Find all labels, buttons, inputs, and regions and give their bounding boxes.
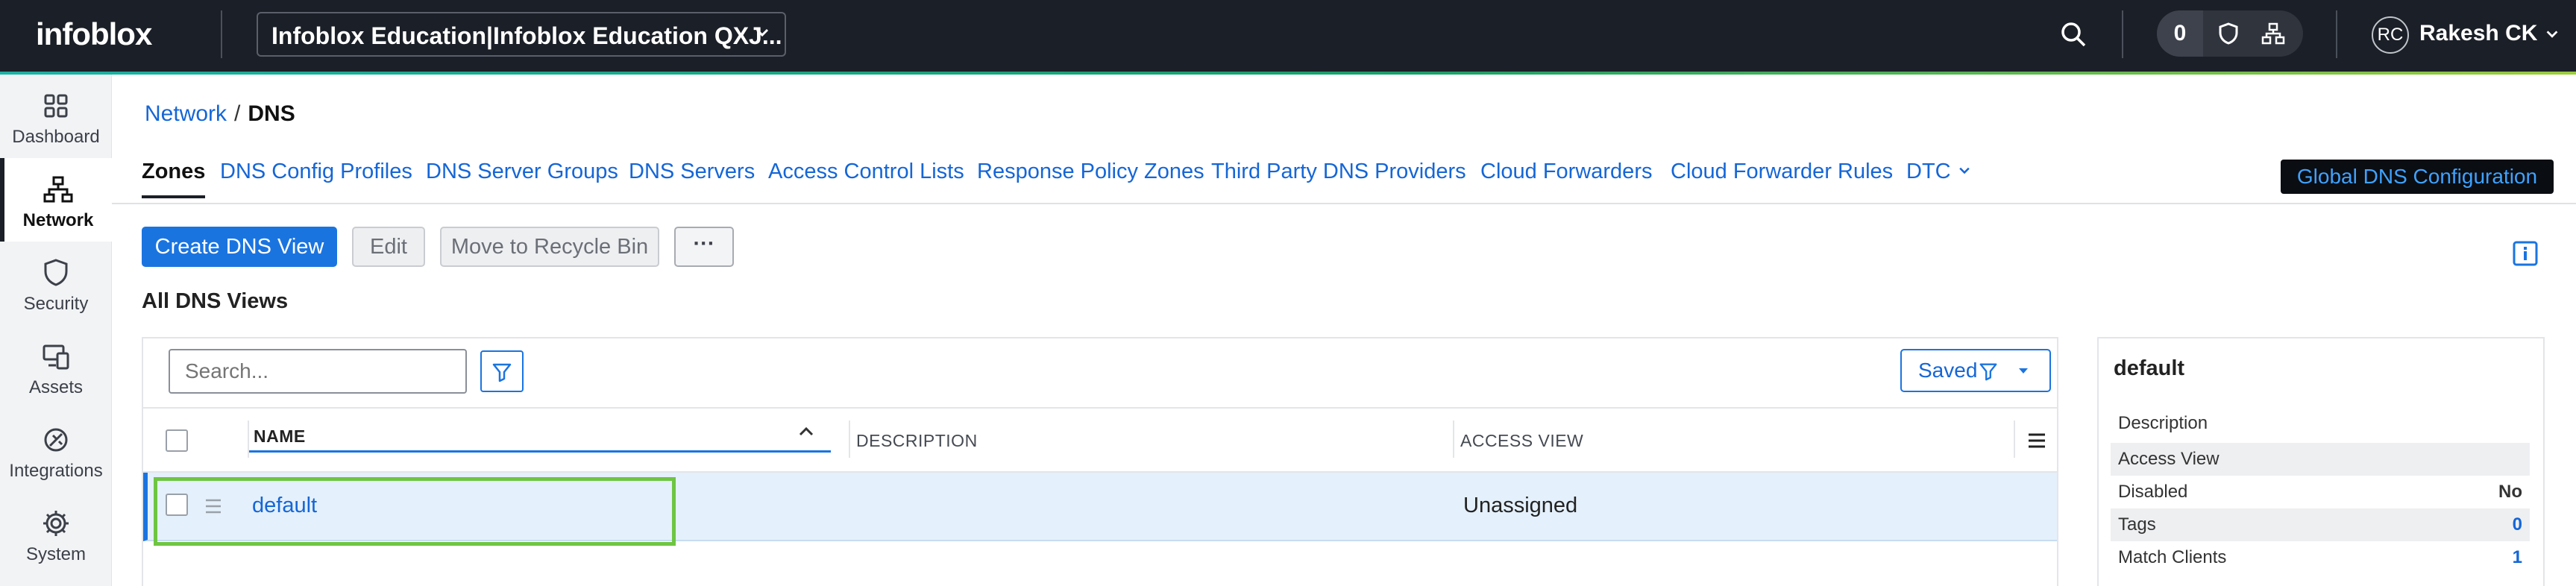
detail-label: Description [2118, 413, 2208, 433]
detail-row-match-clients: Match Clients 1 [2111, 541, 2530, 574]
nav-label: Dashboard [12, 127, 100, 147]
filter-icon [492, 363, 512, 382]
divider [2122, 10, 2123, 58]
table-row[interactable]: default Unassigned [143, 473, 2057, 546]
more-actions-button[interactable]: ··· [674, 227, 734, 267]
breadcrumb: Network / DNS [145, 101, 295, 127]
nav-label: Integrations [9, 461, 103, 481]
saved-label: Saved [1918, 359, 1978, 382]
infoblox-logo[interactable]: infoblox [36, 16, 152, 52]
detail-value-link[interactable]: 1 [2513, 547, 2522, 568]
nav-item-integrations[interactable]: Integrations [0, 409, 112, 492]
detail-label: Disabled [2118, 482, 2188, 502]
nav-item-security[interactable]: Security [0, 242, 112, 325]
shield-icon [44, 259, 68, 286]
breadcrumb-current: DNS [248, 101, 295, 126]
column-header-access-view[interactable]: ACCESS VIEW [1460, 431, 1583, 451]
tab-response-policy-zones[interactable]: Response Policy Zones [977, 160, 1204, 184]
user-menu[interactable]: Rakesh CK [2419, 21, 2560, 46]
chevron-down-icon [2546, 31, 2558, 38]
detail-label: Access View [2118, 449, 2220, 469]
integrations-icon [44, 428, 68, 452]
details-panel: default Description Access View Disabled… [2097, 337, 2545, 586]
nav-item-network[interactable]: Network [0, 158, 112, 242]
topbar-accent-stripe [0, 72, 2576, 75]
user-name: Rakesh CK [2419, 21, 2538, 45]
nav-label: Assets [28, 377, 84, 397]
select-all-checkbox[interactable] [166, 429, 188, 452]
tab-dns-servers[interactable]: DNS Servers [629, 160, 755, 184]
column-header-name[interactable]: NAME [254, 426, 306, 447]
row-access-view: Unassigned [1463, 494, 1578, 517]
search-input[interactable] [169, 349, 467, 394]
chevron-down-icon [755, 28, 769, 37]
shield-icon[interactable] [2217, 22, 2240, 45]
tabs-divider [112, 203, 2576, 204]
caret-down-icon [2019, 368, 2028, 374]
notification-count[interactable]: 0 [2157, 10, 2203, 57]
edit-button[interactable]: Edit [352, 227, 425, 267]
create-dns-view-button[interactable]: Create DNS View [142, 227, 337, 267]
detail-value: No [2498, 482, 2522, 502]
nav-item-system[interactable]: System [0, 492, 112, 576]
search-icon[interactable] [2058, 19, 2088, 49]
nav-label: Network [22, 210, 94, 230]
top-bar: infoblox Infoblox Education|Infoblox Edu… [0, 0, 2576, 72]
grid-header: NAME DESCRIPTION ACCESS VIEW [143, 407, 2057, 473]
chevron-down-icon [1958, 167, 1970, 174]
details-title: default [2114, 356, 2185, 380]
dashboard-icon [44, 94, 68, 118]
detail-row-description: Description [2111, 407, 2530, 440]
tab-dns-config-profiles[interactable]: DNS Config Profiles [220, 160, 412, 184]
section-title: All DNS Views [142, 289, 289, 313]
column-menu-icon[interactable] [2026, 429, 2048, 452]
nav-label: Security [23, 294, 89, 314]
sort-ascending-icon[interactable] [795, 420, 817, 443]
divider [2336, 10, 2337, 58]
tab-dns-server-groups[interactable]: DNS Server Groups [426, 160, 618, 184]
column-divider [849, 420, 850, 458]
nav-item-dashboard[interactable]: Dashboard [0, 75, 112, 158]
tab-dtc-label: DTC [1906, 160, 1951, 183]
breadcrumb-separator: / [234, 101, 241, 126]
column-header-description[interactable]: DESCRIPTION [856, 431, 978, 451]
info-icon[interactable] [2512, 240, 2539, 267]
column-divider [2014, 420, 2015, 458]
detail-value-link[interactable]: 0 [2513, 514, 2522, 535]
global-dns-configuration-button[interactable]: Global DNS Configuration [2281, 160, 2554, 194]
network-icon[interactable] [2261, 22, 2285, 45]
filter-button[interactable] [480, 350, 524, 392]
tenant-selector[interactable]: Infoblox Education|Infoblox Education QX… [257, 12, 786, 57]
detail-row-access-view: Access View [2111, 443, 2530, 476]
breadcrumb-network[interactable]: Network [145, 101, 227, 126]
name-column-underline [249, 450, 831, 453]
assets-icon [43, 344, 69, 370]
saved-filters-button[interactable]: Saved [1900, 349, 2051, 392]
move-to-recycle-bin-button[interactable]: Move to Recycle Bin [440, 227, 659, 267]
nav-label: System [25, 544, 86, 564]
tab-third-party-dns-providers[interactable]: Third Party DNS Providers [1211, 160, 1466, 184]
dns-views-grid: Saved NAME DESCRIPTION ACCESS VIEW defau… [142, 337, 2058, 586]
divider [221, 10, 222, 58]
nav-item-assets[interactable]: Assets [0, 325, 112, 409]
network-icon [43, 176, 73, 203]
selection-highlight [154, 477, 676, 546]
detail-row-disabled: Disabled No [2111, 476, 2530, 508]
column-divider [1453, 420, 1454, 458]
tab-zones[interactable]: Zones [142, 160, 206, 198]
tenant-label: Infoblox Education|Infoblox Education QX… [271, 22, 782, 49]
detail-label: Match Clients [2118, 547, 2227, 567]
tab-dtc[interactable]: DTC [1906, 160, 1972, 184]
detail-row-tags: Tags 0 [2111, 508, 2530, 541]
tab-cloud-forwarders[interactable]: Cloud Forwarders [1480, 160, 1652, 184]
notification-group[interactable]: 0 [2157, 10, 2303, 57]
detail-label: Tags [2118, 514, 2156, 535]
avatar[interactable]: RC [2372, 16, 2409, 54]
left-nav: Dashboard Network Security Assets Integr… [0, 75, 112, 586]
tab-access-control-lists[interactable]: Access Control Lists [768, 160, 964, 184]
gear-icon [43, 511, 69, 536]
tab-cloud-forwarder-rules[interactable]: Cloud Forwarder Rules [1671, 160, 1893, 184]
filter-icon [1979, 363, 1997, 381]
